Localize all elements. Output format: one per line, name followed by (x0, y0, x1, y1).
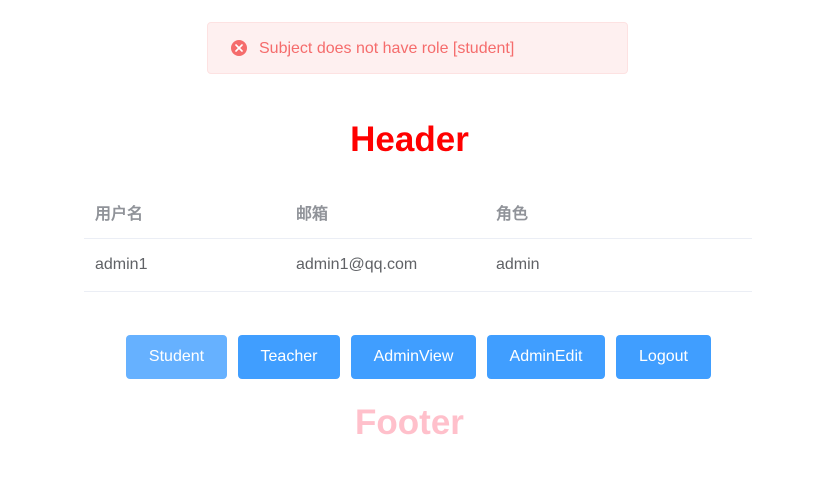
admin-view-button[interactable]: AdminView (351, 335, 476, 379)
cell-email: admin1@qq.com (296, 256, 418, 273)
error-alert: Subject does not have role [student] (207, 22, 628, 74)
admin-edit-button[interactable]: AdminEdit (487, 335, 605, 379)
table-row: admin1 admin1@qq.com admin (84, 239, 752, 292)
student-button[interactable]: Student (126, 335, 227, 379)
column-header-email: 邮箱 (296, 205, 329, 223)
alert-message: Subject does not have role [student] (259, 40, 515, 57)
cell-username: admin1 (95, 256, 148, 273)
cell-role: admin (496, 256, 540, 273)
user-table: 用户名 邮箱 角色 admin1 admin1@qq.com admin (84, 185, 752, 292)
column-header-username: 用户名 (95, 205, 144, 223)
table-header-row: 用户名 邮箱 角色 (84, 185, 752, 239)
close-circle-icon (231, 40, 247, 56)
teacher-button[interactable]: Teacher (238, 335, 340, 379)
header-title: Header (350, 120, 469, 159)
column-header-role: 角色 (496, 205, 529, 223)
action-buttons: Student Teacher AdminView AdminEdit Logo… (0, 335, 819, 379)
page: Subject does not have role [student] Hea… (0, 0, 819, 479)
footer-title: Footer (355, 403, 464, 442)
logout-button[interactable]: Logout (616, 335, 711, 379)
